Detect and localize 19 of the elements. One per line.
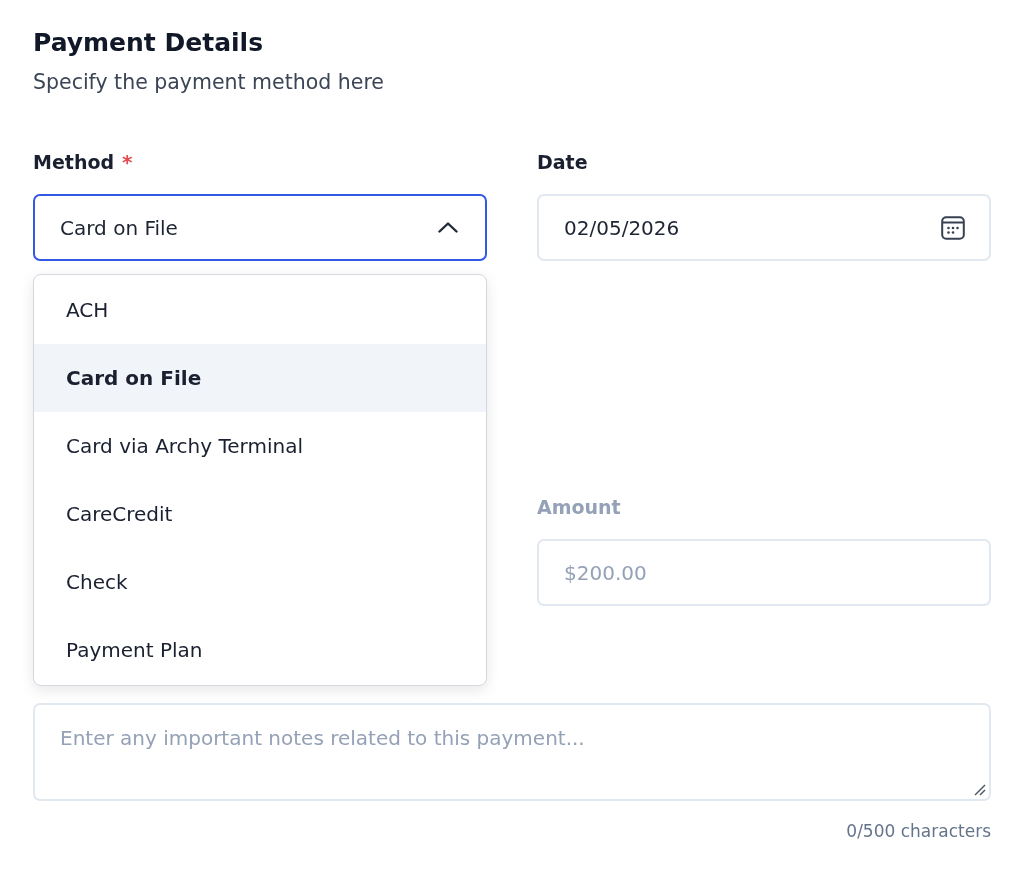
dropdown-option[interactable]: CareCredit xyxy=(34,480,486,548)
notes-field[interactable]: Enter any important notes related to this payment... xyxy=(33,703,991,801)
section-title: Payment Details xyxy=(33,27,265,59)
required-asterisk: * xyxy=(122,149,133,175)
dropdown-option[interactable]: Card via Archy Terminal xyxy=(34,412,486,480)
dropdown-option[interactable]: Card on File xyxy=(34,344,486,412)
field-label: Method xyxy=(33,150,115,175)
resize-grip-icon[interactable] xyxy=(974,784,986,796)
calendar-icon xyxy=(941,215,965,240)
character-counter: 0/500 characters xyxy=(846,820,991,842)
date-field[interactable]: 02/05/2026 xyxy=(537,194,991,261)
dropdown-option[interactable]: ACH xyxy=(34,276,486,344)
dropdown-option[interactable]: Check xyxy=(34,548,486,616)
method-select[interactable]: Card on File xyxy=(33,194,487,261)
chevron-icon xyxy=(438,222,458,233)
field-label: Date xyxy=(537,150,588,175)
field-label: Amount xyxy=(537,495,621,520)
section-subtitle: Specify the payment method here xyxy=(33,69,385,96)
dropdown-option[interactable]: Payment Plan xyxy=(34,616,486,684)
